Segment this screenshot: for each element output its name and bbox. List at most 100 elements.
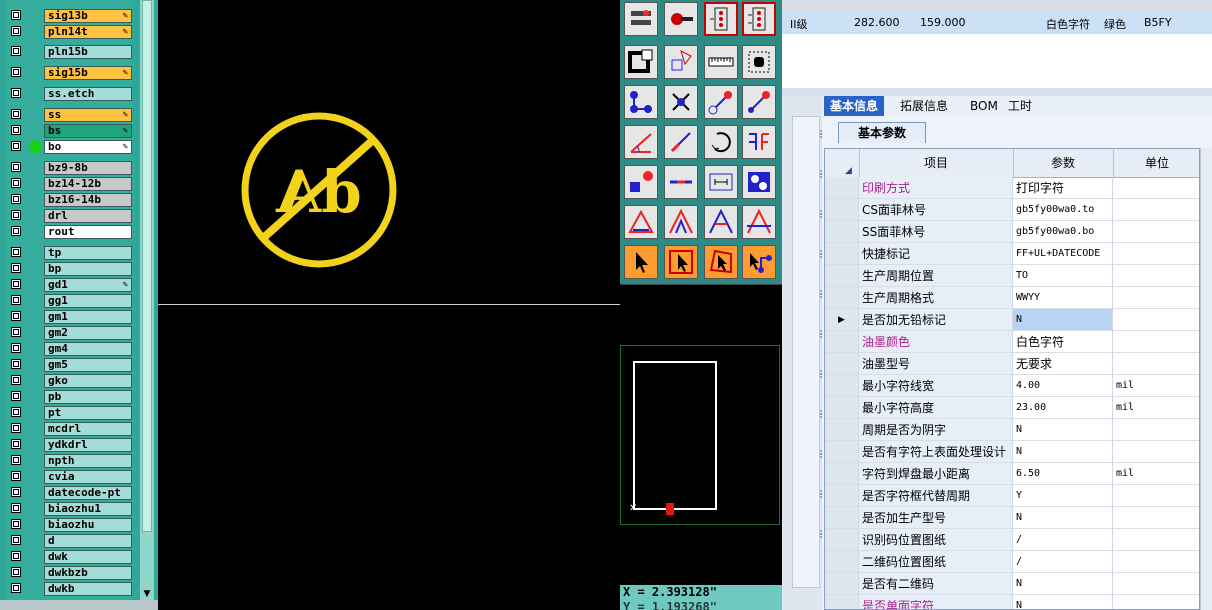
layer-row[interactable]: ss ✎ (6, 107, 132, 123)
layer-visibility-checkbox[interactable] (11, 26, 21, 36)
layer-visibility-checkbox[interactable] (11, 503, 21, 513)
move-node-icon[interactable] (742, 85, 776, 119)
layer-visibility-checkbox[interactable] (11, 194, 21, 204)
layer-row[interactable]: pb (6, 389, 132, 405)
layer-row[interactable]: sig15b ✎ (6, 65, 132, 81)
angle-line-icon[interactable] (624, 125, 658, 159)
layer-visibility-checkbox[interactable] (11, 88, 21, 98)
tab-extended-info[interactable]: 拓展信息 (894, 96, 954, 116)
layer-name[interactable]: bo ✎ (44, 140, 132, 154)
table-row[interactable]: 最小字符高度 23.00 mil (825, 397, 1199, 419)
layer-row[interactable]: gd1 ✎ (6, 277, 132, 293)
layer-name[interactable]: ss.etch (44, 87, 132, 101)
layer-row[interactable]: ydkdrl (6, 437, 132, 453)
layer-row[interactable]: gm1 (6, 309, 132, 325)
layer-name[interactable]: rout (44, 225, 132, 239)
table-row[interactable]: 是否有二维码 N (825, 573, 1199, 595)
layer-name[interactable]: tp (44, 246, 132, 260)
splitter[interactable] (782, 88, 1212, 96)
layer-name[interactable]: pt (44, 406, 132, 420)
row-indicator[interactable] (825, 375, 859, 397)
layer-name[interactable]: ydkdrl (44, 438, 132, 452)
layer-row[interactable]: dwk (6, 549, 132, 565)
layer-row[interactable]: biaozhu (6, 517, 132, 533)
layer-name[interactable]: gm1 (44, 310, 132, 324)
layer-name[interactable]: gm5 (44, 358, 132, 372)
trim-icon[interactable] (664, 165, 698, 199)
row-indicator[interactable] (825, 419, 859, 441)
cell-param[interactable]: 4.00 (1013, 375, 1113, 397)
table-row[interactable]: CS面菲林号 gb5fy00wa0.to (825, 199, 1199, 221)
table-row[interactable]: 是否有字符上表面处理设计 N (825, 441, 1199, 463)
cell-param[interactable]: 无要求 (1013, 353, 1113, 375)
pad-snap-icon[interactable] (624, 165, 658, 199)
netlist-check-icon[interactable] (742, 2, 776, 36)
delete-node-icon[interactable] (664, 85, 698, 119)
row-indicator[interactable] (825, 353, 859, 375)
table-row[interactable]: 快捷标记 FF+UL+DATECODE (825, 243, 1199, 265)
drc-check-icon[interactable] (704, 2, 738, 36)
rotate-icon[interactable] (704, 125, 738, 159)
cell-param[interactable]: TO (1013, 265, 1113, 287)
select-pointer-icon[interactable] (624, 245, 658, 279)
cell-param[interactable]: 6.50 (1013, 463, 1113, 485)
layer-visibility-checkbox[interactable] (11, 391, 21, 401)
row-indicator[interactable] (825, 265, 859, 287)
layer-row[interactable]: mcdrl (6, 421, 132, 437)
layer-name[interactable]: ss ✎ (44, 108, 132, 122)
layer-name[interactable]: sig13b ✎ (44, 9, 132, 23)
layer-visibility-checkbox[interactable] (11, 359, 21, 369)
current-row-indicator-icon[interactable]: ▶ (825, 309, 859, 331)
layer-name[interactable]: pb (44, 390, 132, 404)
select-polygon-icon[interactable] (704, 245, 738, 279)
cell-param[interactable]: 打印字符 (1013, 177, 1113, 199)
layer-visibility-checkbox[interactable] (11, 141, 21, 151)
layer-row[interactable]: tp (6, 245, 132, 261)
fillet-icon[interactable] (704, 205, 738, 239)
layer-visibility-checkbox[interactable] (11, 471, 21, 481)
table-row[interactable]: 印刷方式 打印字符 (825, 177, 1199, 199)
layer-name[interactable]: bp (44, 262, 132, 276)
profile-icon[interactable] (624, 45, 658, 79)
cell-param[interactable]: gb5fy00wa0.to (1013, 199, 1113, 221)
row-indicator[interactable] (825, 441, 859, 463)
arc-teardrop-icon[interactable] (664, 205, 698, 239)
layer-row[interactable]: rout (6, 224, 132, 240)
layer-name[interactable]: gm4 (44, 342, 132, 356)
graphic-canvas[interactable]: dA (158, 0, 620, 610)
layer-row[interactable]: pln14t ✎ (6, 24, 132, 40)
layer-row[interactable]: bo ✎ (6, 139, 132, 155)
layer-row[interactable]: pt (6, 405, 132, 421)
layer-visibility-checkbox[interactable] (11, 279, 21, 289)
layer-visibility-checkbox[interactable] (11, 583, 21, 593)
table-row[interactable]: 是否加生产型号 N (825, 507, 1199, 529)
draw-line-icon[interactable] (664, 125, 698, 159)
cell-param[interactable]: N (1013, 595, 1113, 609)
row-indicator[interactable] (825, 595, 859, 609)
layer-row[interactable]: bp (6, 261, 132, 277)
layer-row[interactable]: gm5 (6, 357, 132, 373)
row-indicator[interactable] (825, 573, 859, 595)
row-indicator[interactable] (825, 397, 859, 419)
layer-row[interactable]: bz9-8b (6, 160, 132, 176)
layer-visibility-checkbox[interactable] (11, 311, 21, 321)
layer-row[interactable]: gm2 (6, 325, 132, 341)
cell-param[interactable]: / (1013, 551, 1113, 573)
layer-visibility-checkbox[interactable] (11, 67, 21, 77)
layer-name[interactable]: biaozhu1 (44, 502, 132, 516)
layer-visibility-checkbox[interactable] (11, 567, 21, 577)
layer-row[interactable]: gko (6, 373, 132, 389)
table-row[interactable]: 生产周期位置 TO (825, 265, 1199, 287)
layer-name[interactable]: npth (44, 454, 132, 468)
cell-param[interactable]: N (1013, 419, 1113, 441)
layer-name[interactable]: datecode-pt (44, 486, 132, 500)
layer-row[interactable]: dwkbzb (6, 565, 132, 581)
layer-visibility-checkbox[interactable] (11, 519, 21, 529)
scroll-down-arrow-icon[interactable]: ▼ (140, 588, 154, 600)
table-row[interactable]: 生产周期格式 WWYY (825, 287, 1199, 309)
layer-name[interactable]: dwkbzb (44, 566, 132, 580)
row-indicator[interactable] (825, 551, 859, 573)
layer-visibility-checkbox[interactable] (11, 109, 21, 119)
col-header-unit[interactable]: 单位 (1113, 149, 1199, 177)
layer-visibility-checkbox[interactable] (11, 407, 21, 417)
